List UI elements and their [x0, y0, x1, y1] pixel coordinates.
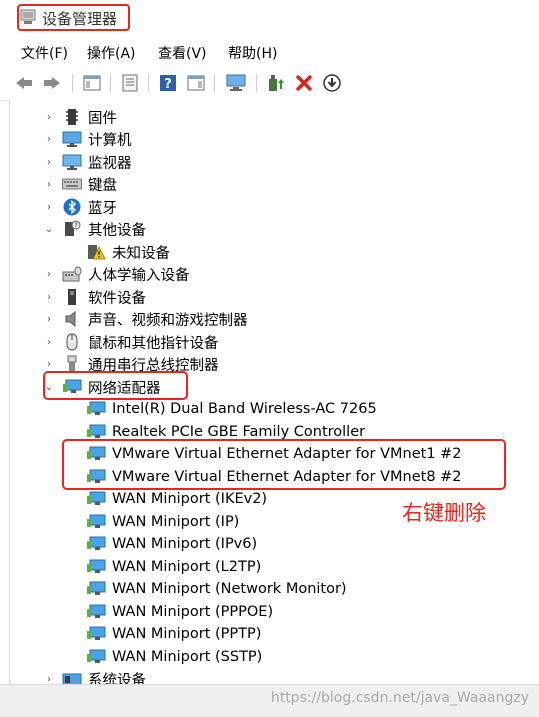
expand-chevron-icon[interactable]: › — [43, 308, 55, 330]
title-bar: 设备管理器 — [0, 0, 539, 38]
tree-item-other-devices[interactable]: ? 其他设备 — [62, 218, 146, 240]
tree-item-keyboard[interactable]: 键盘 — [62, 173, 117, 195]
network-adapter-icon — [86, 648, 106, 666]
tree-item-hid[interactable]: 人体学输入设备 — [62, 263, 190, 285]
expand-chevron-icon[interactable]: › — [43, 151, 55, 173]
tree-item-sound-video-game[interactable]: 声音、视频和游戏控制器 — [62, 308, 248, 330]
other-devices-icon: ? — [62, 220, 82, 238]
system-device-icon — [62, 670, 82, 684]
svg-text:?: ? — [74, 222, 78, 230]
tree-item-monitor[interactable]: 监视器 — [62, 151, 132, 173]
menu-bar: 文件(F) 操作(A) 查看(V) 帮助(H) — [0, 38, 539, 66]
mouse-icon — [62, 333, 82, 351]
back-icon[interactable] — [12, 71, 36, 95]
svg-text:?: ? — [164, 77, 172, 92]
tree-item-system-devices[interactable]: 系统设备 — [62, 668, 146, 684]
network-adapters-highlight-box — [43, 371, 188, 400]
expand-chevron-icon[interactable]: › — [43, 196, 55, 218]
annotation-right-click-delete: 右键删除 — [402, 501, 486, 525]
network-adapter-icon — [86, 580, 106, 598]
hid-icon — [62, 265, 82, 283]
expand-chevron-icon[interactable]: › — [43, 331, 55, 353]
menu-file[interactable]: 文件(F) — [21, 43, 68, 63]
keyboard-icon — [62, 175, 82, 193]
expand-chevron-icon[interactable]: › — [43, 263, 55, 285]
tree-item-adapter[interactable]: WAN Miniport (IKEv2) — [86, 488, 267, 510]
tree-item-adapter[interactable]: WAN Miniport (PPPOE) — [86, 601, 273, 623]
monitor-icon — [62, 153, 82, 171]
tree-item-firmware[interactable]: 固件 — [62, 106, 117, 128]
computer-icon — [62, 130, 82, 148]
uninstall-icon[interactable] — [292, 71, 316, 95]
network-adapter-icon — [86, 400, 106, 418]
tree-item-adapter[interactable]: WAN Miniport (Network Monitor) — [86, 578, 347, 600]
network-adapter-icon — [86, 535, 106, 553]
tree-item-unknown-device[interactable]: 未知设备 — [86, 241, 170, 263]
collapse-chevron-icon[interactable]: ⌄ — [43, 218, 55, 240]
tree-item-mouse[interactable]: 鼠标和其他指针设备 — [62, 331, 219, 353]
expand-chevron-icon[interactable]: › — [43, 286, 55, 308]
properties-icon[interactable] — [118, 71, 142, 95]
menu-view[interactable]: 查看(V) — [158, 43, 207, 63]
firmware-icon — [62, 108, 82, 126]
tree-item-software-device[interactable]: 软件设备 — [62, 286, 146, 308]
disable-icon[interactable] — [320, 71, 344, 95]
update-driver-icon[interactable] — [264, 71, 288, 95]
expand-chevron-icon[interactable]: › — [43, 668, 55, 685]
tree-item-computer[interactable]: 计算机 — [62, 128, 132, 150]
network-adapter-icon — [86, 558, 106, 576]
expand-chevron-icon[interactable]: › — [43, 173, 55, 195]
network-adapter-icon — [86, 625, 106, 643]
device-manager-icon — [20, 9, 36, 24]
tree-item-adapter[interactable]: WAN Miniport (IP) — [86, 511, 239, 533]
menu-help[interactable]: 帮助(H) — [228, 43, 277, 63]
device-tree[interactable]: › 固件 › 计算机 › 监视器 › 键盘 › 蓝牙 ⌄ ? 其他设备 未知设备… — [9, 100, 539, 684]
network-adapter-icon — [86, 603, 106, 621]
tree-item-adapter[interactable]: Intel(R) Dual Band Wireless-AC 7265 — [86, 398, 377, 420]
bluetooth-icon — [62, 198, 82, 216]
tree-item-bluetooth[interactable]: 蓝牙 — [62, 196, 117, 218]
software-device-icon — [62, 288, 82, 306]
tree-item-adapter[interactable]: WAN Miniport (PPTP) — [86, 623, 261, 645]
menu-action[interactable]: 操作(A) — [87, 43, 136, 63]
toolbar: ? — [0, 66, 539, 101]
action-pane-icon[interactable] — [184, 71, 208, 95]
tree-item-adapter[interactable]: WAN Miniport (SSTP) — [86, 646, 262, 668]
show-hide-console-tree-icon[interactable] — [80, 71, 104, 95]
forward-icon[interactable] — [40, 71, 64, 95]
watermark: https://blog.csdn.net/java_Waaangzy — [270, 690, 529, 706]
vmware-adapters-highlight-box — [62, 439, 506, 490]
tree-item-adapter[interactable]: WAN Miniport (L2TP) — [86, 556, 261, 578]
network-adapter-icon — [86, 490, 106, 508]
unknown-device-warning-icon — [86, 243, 106, 261]
expand-chevron-icon[interactable]: › — [43, 128, 55, 150]
scan-hardware-icon[interactable] — [224, 71, 248, 95]
tree-item-adapter[interactable]: WAN Miniport (IPv6) — [86, 533, 257, 555]
window-title: 设备管理器 — [42, 10, 118, 28]
help-icon[interactable]: ? — [156, 71, 180, 95]
network-adapter-icon — [86, 513, 106, 531]
expand-chevron-icon[interactable]: › — [43, 106, 55, 128]
speaker-icon — [62, 310, 82, 328]
